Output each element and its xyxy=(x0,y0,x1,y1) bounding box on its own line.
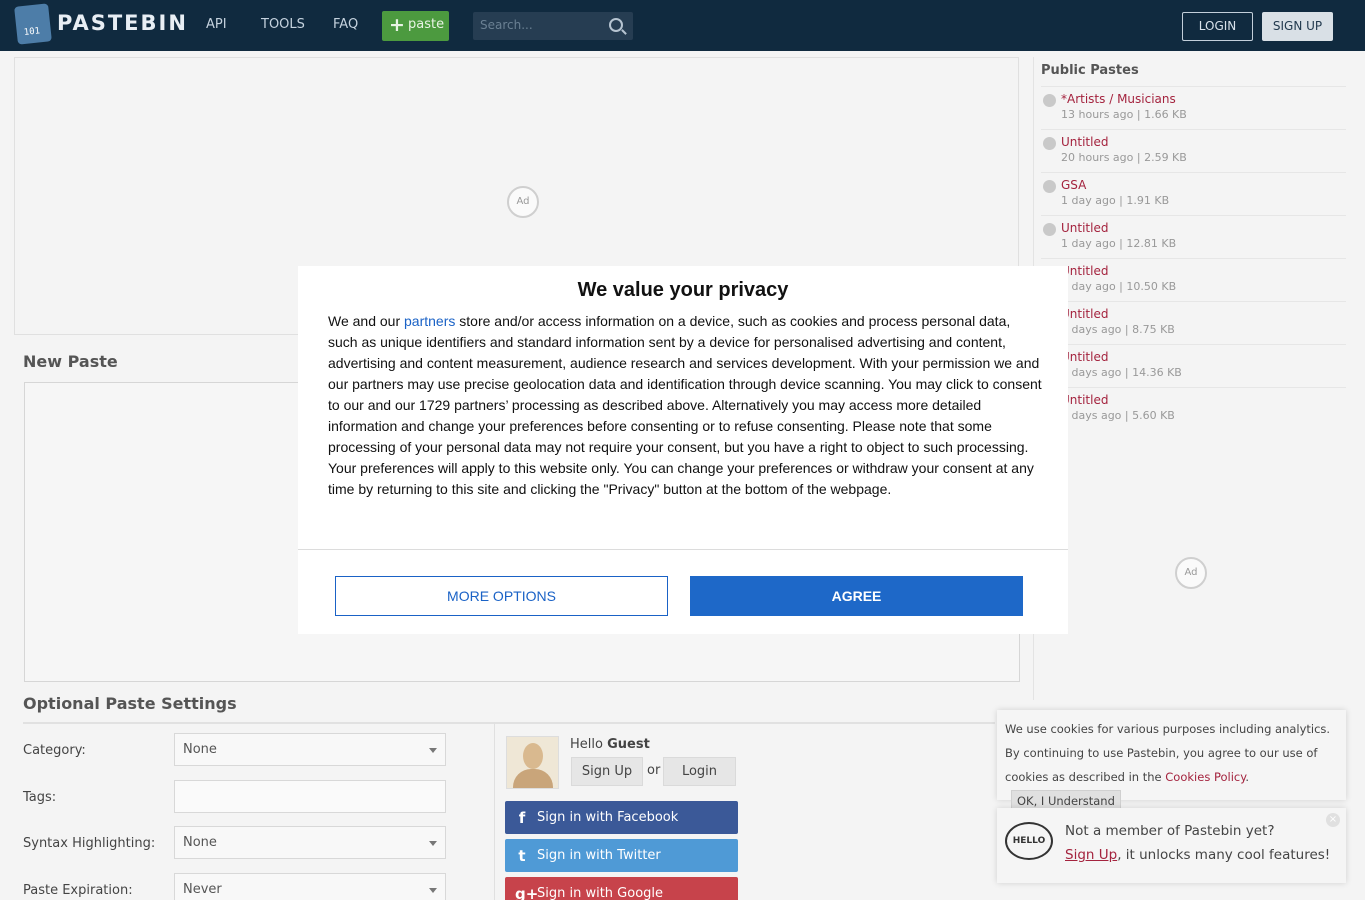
privacy-consent-dialog: We value your privacy We and our partner… xyxy=(298,266,1068,634)
consent-body: We and our partners store and/or access … xyxy=(328,311,1043,500)
agree-button[interactable]: AGREE xyxy=(690,576,1023,616)
consent-body-prefix: We and our xyxy=(328,313,405,329)
consent-body-text: store and/or access information on a dev… xyxy=(328,313,1042,497)
consent-divider xyxy=(298,549,1068,550)
more-options-button[interactable]: MORE OPTIONS xyxy=(335,576,668,616)
partners-link[interactable]: partners xyxy=(404,313,455,329)
consent-title: We value your privacy xyxy=(577,279,789,301)
